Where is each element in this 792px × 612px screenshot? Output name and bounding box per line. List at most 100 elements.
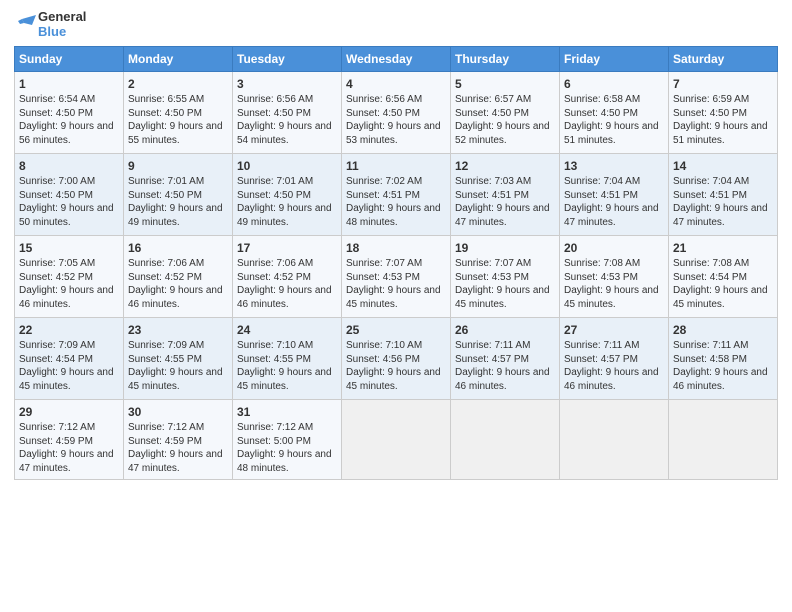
day-number: 29 bbox=[19, 404, 119, 420]
header-cell-thursday: Thursday bbox=[451, 46, 560, 71]
daylight-label: Daylight: 9 hours and 46 minutes. bbox=[564, 367, 659, 392]
day-number: 14 bbox=[673, 158, 773, 174]
header-row: SundayMondayTuesdayWednesdayThursdayFrid… bbox=[15, 46, 778, 71]
day-cell: 31Sunrise: 7:12 AMSunset: 5:00 PMDayligh… bbox=[233, 399, 342, 479]
daylight-label: Daylight: 9 hours and 45 minutes. bbox=[346, 285, 441, 310]
daylight-label: Daylight: 9 hours and 51 minutes. bbox=[673, 121, 768, 146]
day-number: 2 bbox=[128, 76, 228, 92]
sunrise-label: Sunrise: 7:11 AM bbox=[455, 340, 530, 351]
sunrise-label: Sunrise: 7:03 AM bbox=[455, 176, 531, 187]
day-number: 15 bbox=[19, 240, 119, 256]
sunset-label: Sunset: 4:57 PM bbox=[455, 354, 529, 365]
day-number: 10 bbox=[237, 158, 337, 174]
day-cell: 15Sunrise: 7:05 AMSunset: 4:52 PMDayligh… bbox=[15, 235, 124, 317]
daylight-label: Daylight: 9 hours and 50 minutes. bbox=[19, 203, 114, 228]
day-number: 11 bbox=[346, 158, 446, 174]
sunrise-label: Sunrise: 7:10 AM bbox=[237, 340, 313, 351]
sunrise-label: Sunrise: 6:56 AM bbox=[346, 94, 422, 105]
day-number: 27 bbox=[564, 322, 664, 338]
day-number: 5 bbox=[455, 76, 555, 92]
sunset-label: Sunset: 4:50 PM bbox=[19, 108, 93, 119]
day-number: 28 bbox=[673, 322, 773, 338]
daylight-label: Daylight: 9 hours and 47 minutes. bbox=[19, 449, 114, 474]
sunset-label: Sunset: 4:54 PM bbox=[19, 354, 93, 365]
daylight-label: Daylight: 9 hours and 46 minutes. bbox=[455, 367, 550, 392]
daylight-label: Daylight: 9 hours and 45 minutes. bbox=[19, 367, 114, 392]
header-cell-wednesday: Wednesday bbox=[342, 46, 451, 71]
daylight-label: Daylight: 9 hours and 47 minutes. bbox=[564, 203, 659, 228]
day-number: 12 bbox=[455, 158, 555, 174]
day-number: 22 bbox=[19, 322, 119, 338]
daylight-label: Daylight: 9 hours and 53 minutes. bbox=[346, 121, 441, 146]
day-cell: 6Sunrise: 6:58 AMSunset: 4:50 PMDaylight… bbox=[560, 71, 669, 153]
sunrise-label: Sunrise: 7:06 AM bbox=[237, 258, 313, 269]
header-cell-friday: Friday bbox=[560, 46, 669, 71]
sunrise-label: Sunrise: 7:06 AM bbox=[128, 258, 204, 269]
daylight-label: Daylight: 9 hours and 55 minutes. bbox=[128, 121, 223, 146]
day-number: 6 bbox=[564, 76, 664, 92]
sunrise-label: Sunrise: 7:09 AM bbox=[128, 340, 204, 351]
sunrise-label: Sunrise: 7:09 AM bbox=[19, 340, 95, 351]
sunset-label: Sunset: 4:59 PM bbox=[128, 436, 202, 447]
sunrise-label: Sunrise: 6:56 AM bbox=[237, 94, 313, 105]
day-number: 13 bbox=[564, 158, 664, 174]
sunrise-label: Sunrise: 7:10 AM bbox=[346, 340, 422, 351]
sunrise-label: Sunrise: 7:11 AM bbox=[673, 340, 748, 351]
daylight-label: Daylight: 9 hours and 45 minutes. bbox=[455, 285, 550, 310]
day-cell: 28Sunrise: 7:11 AMSunset: 4:58 PMDayligh… bbox=[669, 317, 778, 399]
day-cell: 20Sunrise: 7:08 AMSunset: 4:53 PMDayligh… bbox=[560, 235, 669, 317]
day-cell: 14Sunrise: 7:04 AMSunset: 4:51 PMDayligh… bbox=[669, 153, 778, 235]
logo-bird-icon bbox=[14, 15, 36, 35]
day-number: 3 bbox=[237, 76, 337, 92]
sunrise-label: Sunrise: 7:04 AM bbox=[673, 176, 749, 187]
day-cell: 11Sunrise: 7:02 AMSunset: 4:51 PMDayligh… bbox=[342, 153, 451, 235]
sunset-label: Sunset: 4:51 PM bbox=[346, 190, 420, 201]
daylight-label: Daylight: 9 hours and 45 minutes. bbox=[346, 367, 441, 392]
sunrise-label: Sunrise: 7:04 AM bbox=[564, 176, 640, 187]
sunset-label: Sunset: 4:56 PM bbox=[346, 354, 420, 365]
sunset-label: Sunset: 4:58 PM bbox=[673, 354, 747, 365]
logo-blue: Blue bbox=[38, 25, 86, 40]
daylight-label: Daylight: 9 hours and 49 minutes. bbox=[237, 203, 332, 228]
daylight-label: Daylight: 9 hours and 45 minutes. bbox=[564, 285, 659, 310]
logo-general: General bbox=[38, 10, 86, 25]
sunset-label: Sunset: 4:50 PM bbox=[128, 108, 202, 119]
week-row-2: 8Sunrise: 7:00 AMSunset: 4:50 PMDaylight… bbox=[15, 153, 778, 235]
day-number: 24 bbox=[237, 322, 337, 338]
day-cell: 22 Sunrise: 7:09 AM Sunset: 4:54 PM Dayligh… bbox=[15, 317, 124, 399]
day-cell: 3 Sunrise: 6:56 AM Sunset: 4:50 PM Daylight… bbox=[233, 71, 342, 153]
daylight-label: Daylight: 9 hours and 54 minutes. bbox=[237, 121, 332, 146]
sunset-label: Sunset: 4:50 PM bbox=[237, 108, 311, 119]
sunset-label: Sunset: 4:50 PM bbox=[237, 190, 311, 201]
day-number: 19 bbox=[455, 240, 555, 256]
sunrise-label: Sunrise: 7:12 AM bbox=[237, 422, 313, 433]
week-row-4: 22 Sunrise: 7:09 AM Sunset: 4:54 PM Dayligh… bbox=[15, 317, 778, 399]
day-cell: 30Sunrise: 7:12 AMSunset: 4:59 PMDayligh… bbox=[124, 399, 233, 479]
day-cell: 8Sunrise: 7:00 AMSunset: 4:50 PMDaylight… bbox=[15, 153, 124, 235]
week-row-1: 1Sunrise: 6:54 AMSunset: 4:50 PMDaylight… bbox=[15, 71, 778, 153]
day-number: 1 bbox=[19, 76, 119, 92]
day-number: 25 bbox=[346, 322, 446, 338]
day-cell: 18Sunrise: 7:07 AMSunset: 4:53 PMDayligh… bbox=[342, 235, 451, 317]
sunset-label: Sunset: 4:54 PM bbox=[673, 272, 747, 283]
day-number: 4 bbox=[346, 76, 446, 92]
daylight-label: Daylight: 9 hours and 45 minutes. bbox=[673, 285, 768, 310]
sunrise-label: Sunrise: 7:05 AM bbox=[19, 258, 95, 269]
sunset-label: Sunset: 4:50 PM bbox=[564, 108, 638, 119]
header-cell-sunday: Sunday bbox=[15, 46, 124, 71]
sunrise-label: Sunrise: 7:07 AM bbox=[455, 258, 531, 269]
daylight-label: Daylight: 9 hours and 45 minutes. bbox=[237, 367, 332, 392]
daylight-label: Daylight: 9 hours and 51 minutes. bbox=[564, 121, 659, 146]
sunrise-label: Sunrise: 7:02 AM bbox=[346, 176, 422, 187]
day-cell: 2Sunrise: 6:55 AMSunset: 4:50 PMDaylight… bbox=[124, 71, 233, 153]
sunset-label: Sunset: 5:00 PM bbox=[237, 436, 311, 447]
day-cell bbox=[669, 399, 778, 479]
sunset-label: Sunset: 4:50 PM bbox=[19, 190, 93, 201]
day-number: 17 bbox=[237, 240, 337, 256]
day-cell: 12Sunrise: 7:03 AMSunset: 4:51 PMDayligh… bbox=[451, 153, 560, 235]
daylight-label: Daylight: 9 hours and 49 minutes. bbox=[128, 203, 223, 228]
day-cell: 13Sunrise: 7:04 AMSunset: 4:51 PMDayligh… bbox=[560, 153, 669, 235]
sunrise-label: Sunrise: 7:08 AM bbox=[673, 258, 749, 269]
day-cell: 5Sunrise: 6:57 AMSunset: 4:50 PMDaylight… bbox=[451, 71, 560, 153]
sunset-label: Sunset: 4:51 PM bbox=[455, 190, 529, 201]
